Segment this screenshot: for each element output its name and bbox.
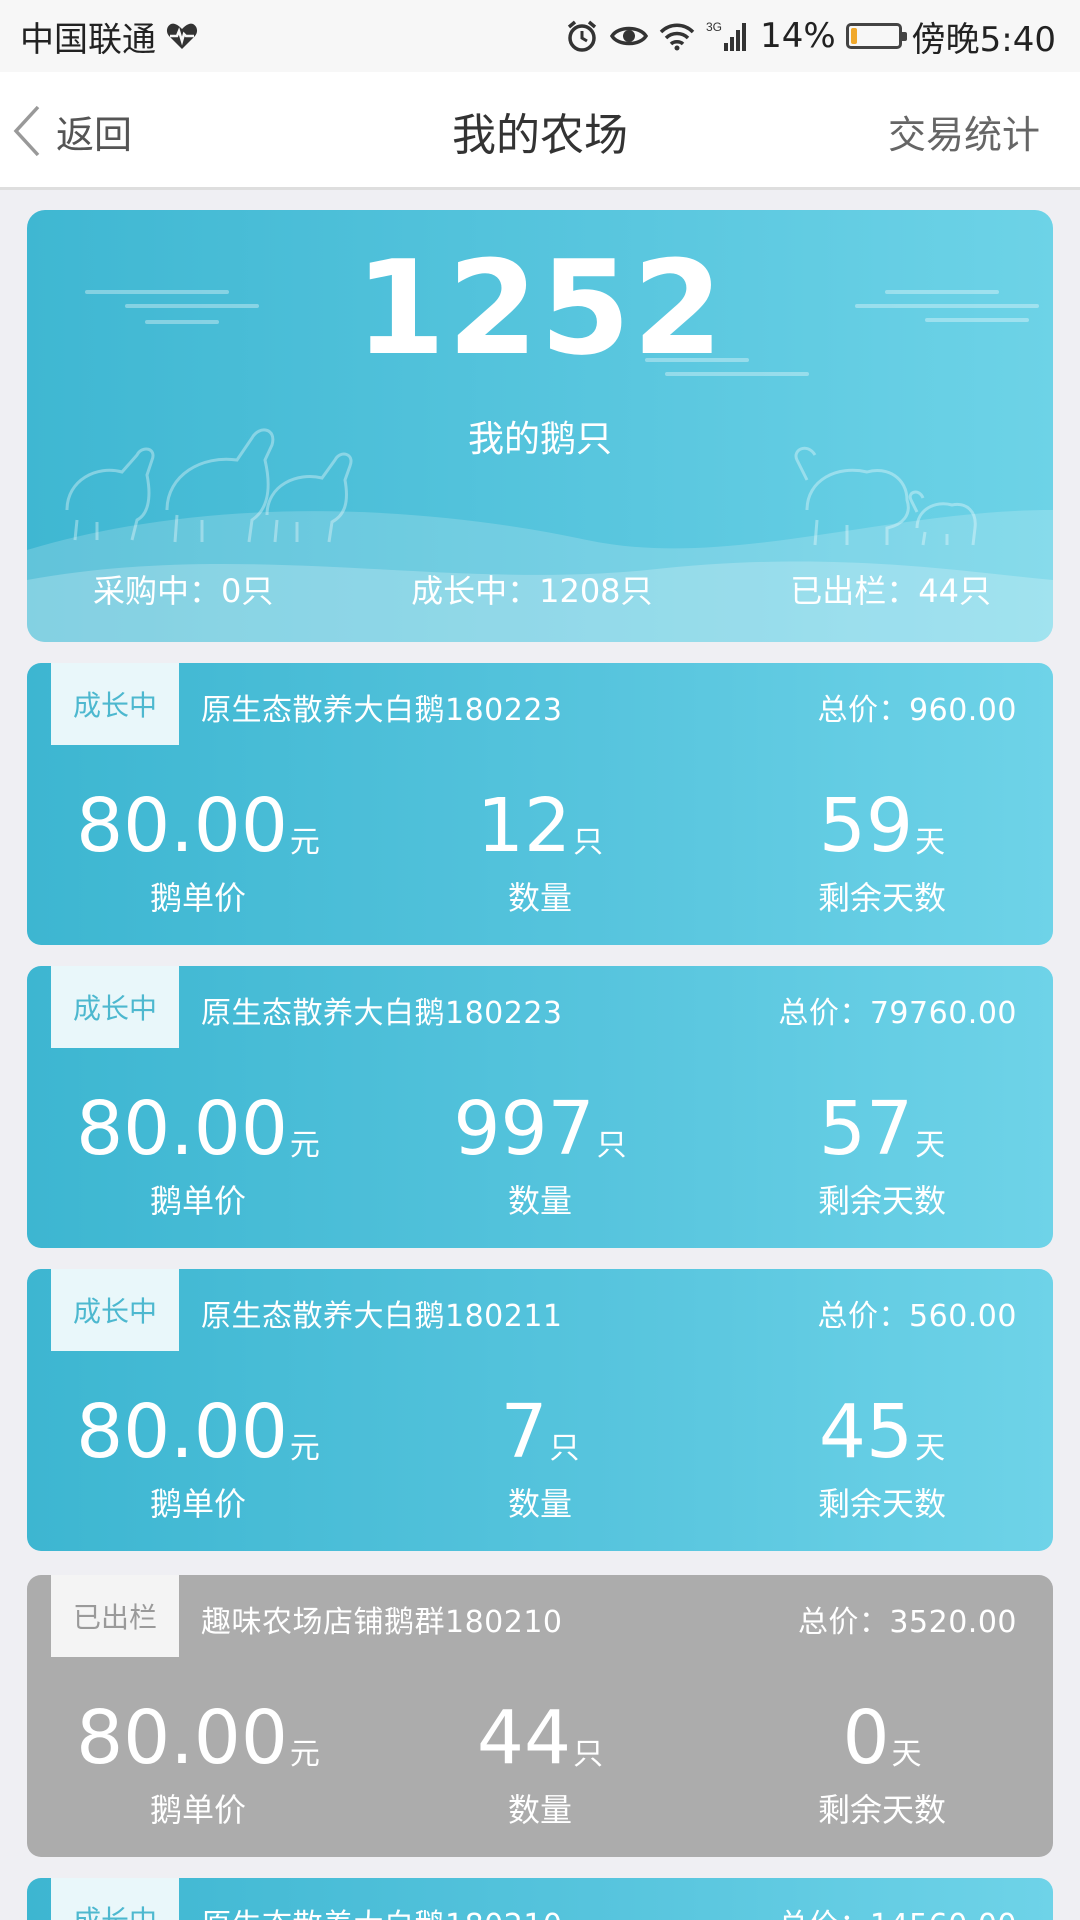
goose-lot-card[interactable]: 成长中 原生态散养大白鹅180211 总价：560.00 80.00 元 鹅单价 … bbox=[27, 1269, 1053, 1551]
days-left-value: 0 bbox=[842, 1695, 890, 1781]
lot-total-price: 总价：79760.00 bbox=[778, 996, 1017, 1031]
count-unit: 只 bbox=[573, 825, 604, 860]
days-left-metric: 45 天 剩余天数 bbox=[711, 1369, 1053, 1539]
days-left-metric: 57 天 剩余天数 bbox=[711, 1066, 1053, 1236]
network-type: 3G bbox=[706, 20, 722, 34]
battery-icon bbox=[845, 23, 907, 49]
goose-lot-card[interactable]: 成长中 原生态散养大白鹅180223 总价：960.00 80.00 元 鹅单价 … bbox=[27, 663, 1053, 945]
status-right: 3G 14% 傍晚5:40 bbox=[564, 12, 1056, 61]
unit-price-value: 80.00 bbox=[76, 1695, 288, 1781]
unit-price-value: 80.00 bbox=[76, 1086, 288, 1172]
farm-summary-card: 1252 我的鹅只 采购中：0只 成长中：1208只 已出栏：44只 bbox=[27, 210, 1053, 642]
days-left-metric: 0天 剩余天数 bbox=[711, 1675, 1053, 1845]
lot-metrics: 80.00 元 鹅单价 7只 数量 45 天 剩余天数 bbox=[27, 1369, 1053, 1539]
battery-percent: 14% bbox=[760, 16, 836, 56]
days-left-value: 57 bbox=[818, 1086, 914, 1172]
days-left-value: 59 bbox=[818, 783, 914, 869]
currency-unit: 元 bbox=[289, 1431, 320, 1466]
summary-stats: 采购中：0只 成长中：1208只 已出栏：44只 bbox=[27, 566, 1053, 614]
lot-total-price: 总价：560.00 bbox=[817, 1299, 1017, 1334]
unit-price-metric: 80.00 元 鹅单价 bbox=[27, 1066, 369, 1236]
goose-lot-card[interactable]: 已出栏 趣味农场店铺鹅群180210 总价：3520.00 80.00 元 鹅单价… bbox=[27, 1575, 1053, 1857]
unit-price-metric: 80.00 元 鹅单价 bbox=[27, 763, 369, 933]
quantity-value: 12 bbox=[476, 783, 572, 869]
count-unit: 只 bbox=[596, 1128, 627, 1163]
days-left-label: 剩余天数 bbox=[817, 1485, 946, 1523]
count-unit: 只 bbox=[549, 1431, 580, 1466]
goose-total-label: 我的鹅只 bbox=[467, 419, 612, 460]
currency-unit: 元 bbox=[289, 825, 320, 860]
stat-sold: 已出栏：44只 bbox=[790, 572, 991, 610]
stat-purchasing: 采购中：0只 bbox=[93, 572, 274, 610]
day-unit: 天 bbox=[915, 1431, 946, 1466]
lot-total-price: 总价：3520.00 bbox=[797, 1605, 1017, 1640]
currency-unit: 元 bbox=[289, 1128, 320, 1163]
quantity-label: 数量 bbox=[507, 879, 572, 917]
unit-price-label: 鹅单价 bbox=[149, 1485, 246, 1523]
quantity-value: 997 bbox=[453, 1086, 595, 1172]
day-unit: 天 bbox=[915, 1128, 946, 1163]
back-label: 返回 bbox=[56, 112, 133, 157]
goose-lot-card[interactable]: 成长中 原生态散养大白鹅180210 总价：14560.00 bbox=[27, 1878, 1053, 1920]
clock: 傍晚5:40 bbox=[911, 19, 1056, 60]
unit-price-metric: 80.00 元 鹅单价 bbox=[27, 1675, 369, 1845]
quantity-value: 7 bbox=[500, 1389, 548, 1475]
lot-name: 原生态散养大白鹅180211 bbox=[201, 1299, 563, 1334]
days-left-metric: 59 天 剩余天数 bbox=[711, 763, 1053, 933]
days-left-label: 剩余天数 bbox=[817, 879, 946, 917]
day-unit: 天 bbox=[891, 1737, 922, 1772]
signal-icon: 3G bbox=[706, 19, 750, 53]
lot-name: 原生态散养大白鹅180223 bbox=[201, 693, 563, 728]
status-left: 中国联通 bbox=[20, 12, 198, 61]
lot-metrics: 80.00 元 鹅单价 44 只 数量 0天 剩余天数 bbox=[27, 1675, 1053, 1845]
lot-metrics: 80.00 元 鹅单价 997 只 数量 57 天 剩余天数 bbox=[27, 1066, 1053, 1236]
days-left-label: 剩余天数 bbox=[817, 1791, 946, 1829]
quantity-label: 数量 bbox=[507, 1485, 572, 1523]
days-left-value: 45 bbox=[818, 1389, 914, 1475]
currency-unit: 元 bbox=[289, 1737, 320, 1772]
status-badge: 成长中 bbox=[51, 1269, 179, 1351]
heart-pulse-icon bbox=[166, 21, 198, 51]
lot-name: 原生态散养大白鹅180223 bbox=[201, 996, 563, 1031]
count-unit: 只 bbox=[573, 1737, 604, 1772]
eye-icon bbox=[610, 21, 649, 51]
unit-price-label: 鹅单价 bbox=[149, 879, 246, 917]
nav-bar: 返回 我的农场 交易统计 bbox=[0, 72, 1080, 190]
quantity-metric: 44 只 数量 bbox=[369, 1675, 711, 1845]
alarm-icon bbox=[564, 18, 600, 54]
unit-price-label: 鹅单价 bbox=[149, 1182, 246, 1220]
status-badge: 成长中 bbox=[51, 1878, 179, 1920]
chevron-left-icon bbox=[12, 103, 42, 159]
day-unit: 天 bbox=[915, 825, 946, 860]
lot-total-price: 总价：960.00 bbox=[817, 693, 1017, 728]
quantity-metric: 7只 数量 bbox=[369, 1369, 711, 1539]
lot-name: 趣味农场店铺鹅群180210 bbox=[201, 1605, 563, 1640]
goose-total-count: 1252 bbox=[355, 232, 725, 384]
lot-name: 原生态散养大白鹅180210 bbox=[201, 1900, 563, 1920]
goose-lot-card[interactable]: 成长中 原生态散养大白鹅180223 总价：79760.00 80.00 元 鹅单… bbox=[27, 966, 1053, 1248]
status-badge: 成长中 bbox=[51, 663, 179, 745]
unit-price-value: 80.00 bbox=[76, 783, 288, 869]
unit-price-label: 鹅单价 bbox=[149, 1791, 246, 1829]
carrier-name: 中国联通 bbox=[20, 19, 156, 60]
battery-level bbox=[850, 28, 857, 44]
lot-metrics: 80.00 元 鹅单价 12 只 数量 59 天 剩余天数 bbox=[27, 763, 1053, 933]
quantity-metric: 997 只 数量 bbox=[369, 1066, 711, 1236]
quantity-label: 数量 bbox=[507, 1182, 572, 1220]
unit-price-value: 80.00 bbox=[76, 1389, 288, 1475]
status-badge: 成长中 bbox=[51, 966, 179, 1048]
stat-growing: 成长中：1208只 bbox=[411, 572, 653, 610]
unit-price-metric: 80.00 元 鹅单价 bbox=[27, 1369, 369, 1539]
trade-stats-button[interactable]: 交易统计 bbox=[888, 96, 1040, 166]
lot-total-price: 总价：14560.00 bbox=[778, 1900, 1017, 1920]
wifi-icon bbox=[658, 20, 696, 52]
days-left-label: 剩余天数 bbox=[817, 1182, 946, 1220]
quantity-value: 44 bbox=[476, 1695, 572, 1781]
quantity-metric: 12 只 数量 bbox=[369, 763, 711, 933]
status-bar: 中国联通 3G 14% 傍晚5:40 bbox=[0, 0, 1080, 72]
status-badge: 已出栏 bbox=[51, 1575, 179, 1657]
quantity-label: 数量 bbox=[507, 1791, 572, 1829]
back-button[interactable]: 返回 bbox=[12, 96, 132, 166]
